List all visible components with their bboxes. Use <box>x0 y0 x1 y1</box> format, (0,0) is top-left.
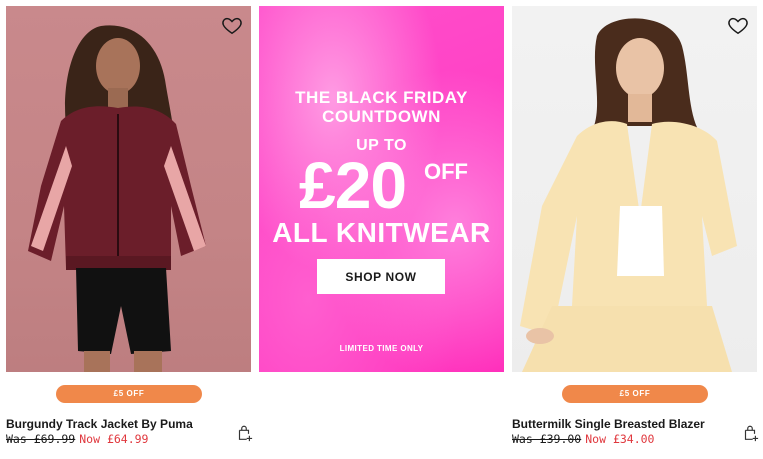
product-title[interactable]: Buttermilk Single Breasted Blazer <box>512 417 705 431</box>
product-image-track-jacket[interactable] <box>6 6 251 372</box>
promo-off: OFF <box>424 159 468 184</box>
discount-badge: £5 OFF <box>56 385 202 403</box>
product-image-blazer[interactable] <box>512 6 757 372</box>
product-prices: Was £39.00 Now £34.00 <box>512 432 655 446</box>
promo-heading-line1: THE BLACK FRIDAY <box>295 88 468 107</box>
model-photo-illustration <box>520 18 737 372</box>
was-price: Was £39.00 <box>512 432 582 446</box>
product-card-track-jacket[interactable]: £5 OFF Burgundy Track Jacket By Puma Was… <box>6 6 253 446</box>
now-price: Now £34.00 <box>585 432 655 446</box>
promo-footnote: LIMITED TIME ONLY <box>339 344 424 353</box>
promo-heading-line2: COUNTDOWN <box>322 107 441 126</box>
discount-badge: £5 OFF <box>562 385 708 403</box>
product-prices: Was £69.99 Now £64.99 <box>6 432 149 446</box>
model-photo-illustration <box>28 25 206 372</box>
product-title[interactable]: Burgundy Track Jacket By Puma <box>6 417 193 431</box>
promo-banner[interactable]: THE BLACK FRIDAY COUNTDOWN UP TO £20 OFF… <box>259 6 504 372</box>
promo-amount: £20 <box>299 148 407 222</box>
was-price: Was £69.99 <box>6 432 76 446</box>
product-card-blazer[interactable]: £5 OFF Buttermilk Single Breasted Blazer… <box>512 6 759 446</box>
shop-now-button[interactable]: SHOP NOW <box>317 259 445 294</box>
add-to-bag-icon[interactable] <box>235 424 253 442</box>
wishlist-heart-icon[interactable] <box>221 14 243 36</box>
promo-headline: ALL KNITWEAR <box>272 217 491 248</box>
promo-banner-background: THE BLACK FRIDAY COUNTDOWN UP TO £20 OFF… <box>259 6 504 372</box>
wishlist-heart-icon[interactable] <box>727 14 749 36</box>
now-price: Now £64.99 <box>79 432 149 446</box>
add-to-bag-icon[interactable] <box>741 424 759 442</box>
